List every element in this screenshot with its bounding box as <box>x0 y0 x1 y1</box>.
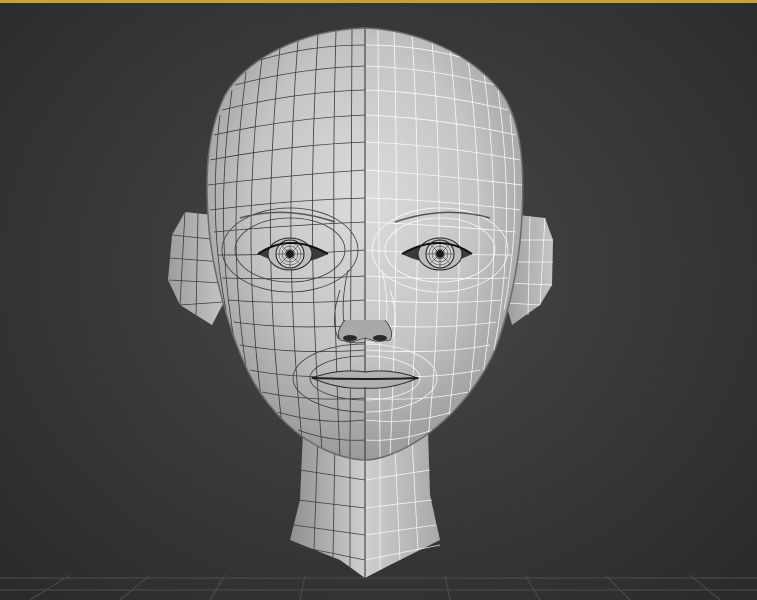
perspective-viewport[interactable] <box>0 0 757 600</box>
floor-grid <box>0 574 757 600</box>
head-mesh[interactable] <box>206 27 524 461</box>
scene-canvas[interactable] <box>0 0 757 600</box>
